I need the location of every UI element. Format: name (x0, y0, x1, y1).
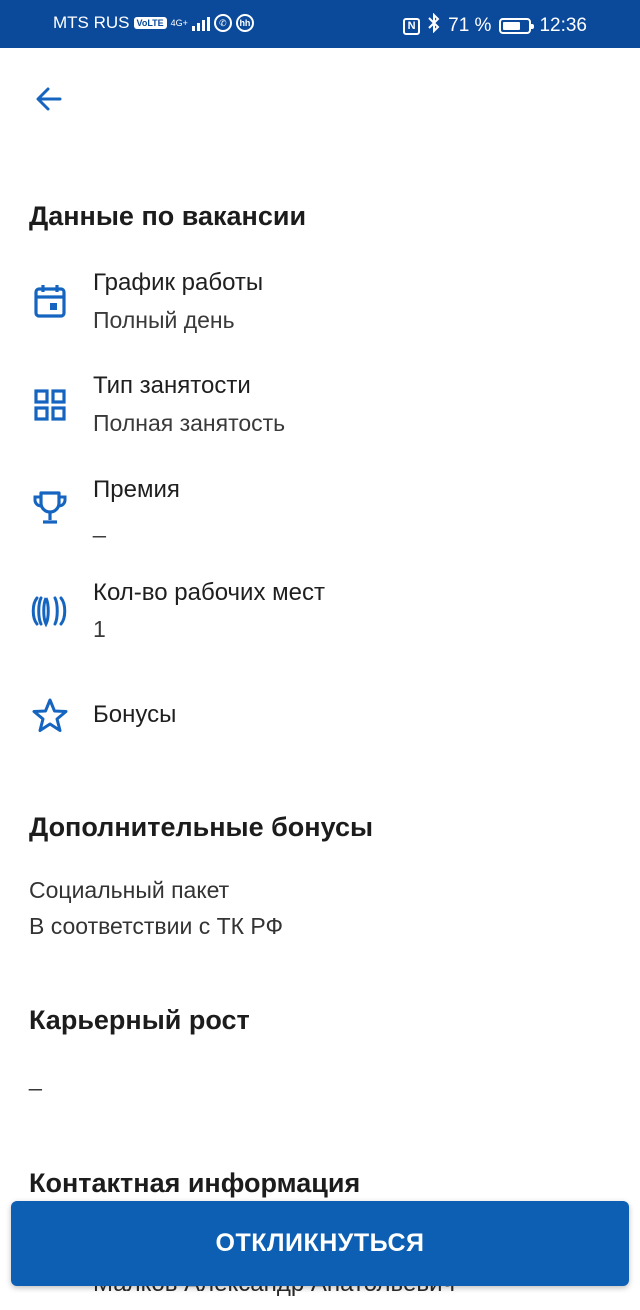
status-left: MTS RUS VoLTE 4G+ ✆ hh (53, 13, 254, 33)
calendar-icon (31, 282, 69, 320)
row-value: Полный день (93, 307, 235, 333)
back-button[interactable] (28, 78, 70, 120)
status-bar: MTS RUS VoLTE 4G+ ✆ hh N 71 % 12:36 (0, 0, 640, 48)
row-value: 1 (93, 616, 106, 642)
nfc-icon: N (403, 17, 421, 35)
arrow-left-icon (36, 87, 62, 111)
bluetooth-icon (428, 12, 440, 39)
row-label: Тип занятости (93, 372, 251, 399)
extra-bonuses-title: Дополнительные бонусы (29, 812, 374, 842)
vacancy-section-title: Данные по вакансии (29, 201, 307, 231)
battery-percent: 71 % (448, 15, 492, 36)
volte-badge: VoLTE (133, 17, 167, 29)
row-value: Полная занятость (93, 410, 286, 436)
network-type: 4G+ (170, 17, 188, 28)
row-value: _ (93, 512, 106, 538)
clock: 12:36 (539, 15, 587, 36)
hh-icon: hh (235, 14, 254, 32)
star-icon (31, 697, 69, 735)
grid-icon (31, 386, 69, 424)
workplaces-icon (31, 592, 69, 630)
career-value: _ (29, 1065, 42, 1091)
extra-bonus-line: В соответствии с ТК РФ (29, 913, 283, 939)
career-title: Карьерный рост (29, 1005, 250, 1035)
whatsapp-icon: ✆ (213, 14, 232, 32)
trophy-icon (31, 489, 69, 527)
status-right: N 71 % 12:36 (403, 12, 587, 39)
row-label: Кол-во рабочих мест (93, 579, 325, 606)
battery-level (503, 22, 521, 30)
contacts-title: Контактная информация (29, 1168, 361, 1198)
row-label: Бонусы (93, 701, 177, 728)
respond-button[interactable]: ОТКЛИКНУТЬСЯ (11, 1201, 629, 1286)
row-label: График работы (93, 269, 264, 296)
battery-icon (499, 18, 535, 34)
extra-bonus-line: Социальный пакет (29, 877, 230, 903)
carrier-label: MTS RUS (53, 13, 130, 32)
signal-icon (191, 15, 210, 31)
row-label: Премия (93, 476, 180, 503)
